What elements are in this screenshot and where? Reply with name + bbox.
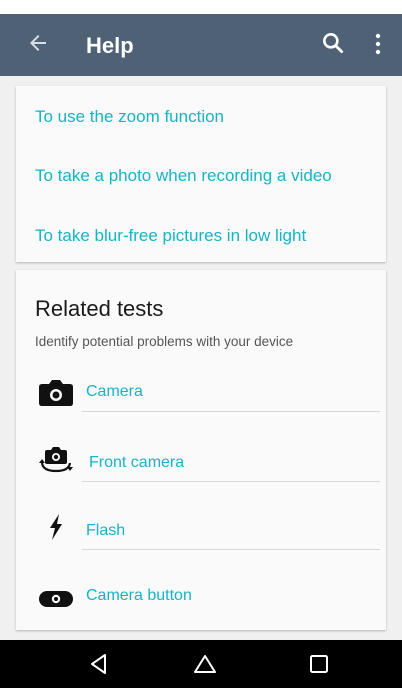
more-vertical-icon[interactable] [373, 31, 383, 57]
test-item-label: Camera [86, 383, 143, 400]
navigation-bar [0, 640, 402, 688]
flash-icon [50, 514, 62, 540]
search-icon[interactable] [320, 30, 346, 56]
divider [82, 549, 380, 550]
test-item-flash[interactable]: Flash [16, 505, 386, 565]
app-bar: Help [0, 14, 402, 76]
test-item-label: Flash [86, 522, 126, 539]
test-item-label: Front camera [89, 454, 185, 471]
camera-button-icon [39, 591, 73, 607]
divider [82, 411, 380, 412]
related-tests-subtitle: Identify potential problems with your de… [35, 334, 294, 349]
topic-link-photo-while-recording[interactable]: To take a photo when recording a video [35, 166, 332, 186]
arrow-back-icon[interactable] [26, 31, 50, 55]
front-camera-icon [39, 447, 73, 473]
topic-link-zoom[interactable]: To use the zoom function [35, 107, 224, 127]
related-tests-card: Related tests Identify potential problem… [16, 270, 386, 630]
topic-link-low-light[interactable]: To take blur-free pictures in low light [35, 226, 306, 246]
page-title: Help [86, 33, 134, 58]
divider [82, 481, 380, 482]
test-item-camera-button[interactable]: Camera button [16, 573, 386, 633]
test-item-label: Camera button [86, 587, 192, 604]
camera-icon [39, 380, 73, 406]
test-item-front-camera[interactable]: Front camera [16, 434, 386, 494]
test-item-camera[interactable]: Camera [16, 367, 386, 427]
help-topics-card: To use the zoom function To take a photo… [16, 86, 386, 262]
related-tests-heading: Related tests [35, 296, 164, 321]
nav-home-icon[interactable] [192, 652, 218, 676]
nav-recents-icon[interactable] [306, 652, 332, 676]
nav-back-icon[interactable] [86, 652, 112, 676]
status-bar [0, 0, 402, 14]
